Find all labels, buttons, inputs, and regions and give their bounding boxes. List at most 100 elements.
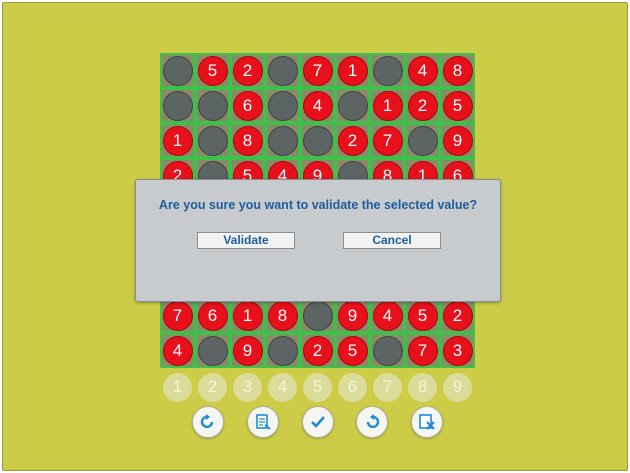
filled-disc: 1	[232, 300, 263, 331]
filled-disc: 8	[442, 55, 473, 86]
redo-button[interactable]	[192, 406, 224, 438]
number-button[interactable]: 1	[163, 372, 192, 402]
number-button[interactable]: 9	[443, 372, 472, 402]
board-cell[interactable]: 2	[405, 88, 440, 123]
board-cell[interactable]: 3	[440, 333, 475, 368]
board-cell[interactable]: 9	[335, 298, 370, 333]
number-button[interactable]: 8	[408, 372, 437, 402]
game-window: 5271486412518279254981676189452492573 12…	[2, 2, 628, 471]
board-cell[interactable]: 1	[370, 88, 405, 123]
board-cell[interactable]: 2	[300, 333, 335, 368]
board-cell[interactable]	[265, 333, 300, 368]
redo-icon	[200, 414, 214, 429]
filled-disc: 1	[372, 90, 403, 121]
filled-disc: 5	[337, 335, 368, 366]
empty-disc	[372, 55, 403, 86]
board-cell[interactable]: 1	[335, 53, 370, 88]
number-button[interactable]: 4	[268, 372, 297, 402]
filled-disc: 6	[197, 300, 228, 331]
undo-icon	[366, 414, 380, 429]
board-cell[interactable]: 5	[195, 53, 230, 88]
board-cell[interactable]: 7	[370, 123, 405, 158]
checkmark-icon	[311, 416, 325, 428]
board-cell[interactable]: 8	[230, 123, 265, 158]
filled-disc: 2	[232, 55, 263, 86]
empty-disc	[162, 55, 193, 86]
board-cell[interactable]: 1	[160, 123, 195, 158]
validate-button[interactable]: Validate	[197, 232, 295, 249]
filled-disc: 7	[162, 300, 193, 331]
board-cell[interactable]: 4	[160, 333, 195, 368]
board-cell[interactable]: 2	[230, 53, 265, 88]
filled-disc: 8	[232, 125, 263, 156]
board-cell[interactable]	[300, 123, 335, 158]
number-button[interactable]: 3	[233, 372, 262, 402]
empty-disc	[267, 125, 298, 156]
toolbar	[3, 406, 627, 442]
board-cell[interactable]: 2	[440, 298, 475, 333]
clear-icon	[419, 414, 435, 430]
clear-button[interactable]	[411, 406, 443, 438]
board-cell[interactable]	[195, 333, 230, 368]
filled-disc: 9	[442, 125, 473, 156]
undo-button[interactable]	[356, 406, 388, 438]
filled-disc: 7	[407, 335, 438, 366]
number-button[interactable]: 5	[303, 372, 332, 402]
board-cell[interactable]: 7	[160, 298, 195, 333]
board-cell[interactable]: 5	[440, 88, 475, 123]
number-button[interactable]: 6	[338, 372, 367, 402]
board-cell[interactable]: 1	[230, 298, 265, 333]
filled-disc: 9	[337, 300, 368, 331]
board-cell[interactable]: 9	[440, 123, 475, 158]
board-cell[interactable]: 5	[335, 333, 370, 368]
board-cell[interactable]	[265, 88, 300, 123]
board-cell[interactable]	[300, 298, 335, 333]
empty-disc	[197, 335, 228, 366]
board-cell[interactable]: 5	[405, 298, 440, 333]
empty-disc	[302, 300, 333, 331]
board-cell[interactable]	[160, 53, 195, 88]
filled-disc: 7	[372, 125, 403, 156]
notes-icon	[256, 414, 271, 430]
board-cell[interactable]	[405, 123, 440, 158]
filled-disc: 3	[442, 335, 473, 366]
board-cell[interactable]: 8	[440, 53, 475, 88]
board-cell[interactable]	[370, 333, 405, 368]
board-cell[interactable]	[195, 123, 230, 158]
board-cell[interactable]: 4	[300, 88, 335, 123]
board-cell[interactable]: 6	[230, 88, 265, 123]
dialog-message: Are you sure you want to validate the se…	[158, 198, 478, 212]
board-cell[interactable]	[335, 88, 370, 123]
board-cell[interactable]: 2	[335, 123, 370, 158]
board-cell[interactable]	[160, 88, 195, 123]
filled-disc: 2	[407, 90, 438, 121]
filled-disc: 8	[267, 300, 298, 331]
board-cell[interactable]: 7	[405, 333, 440, 368]
filled-disc: 2	[302, 335, 333, 366]
number-button[interactable]: 2	[198, 372, 227, 402]
board-cell[interactable]: 4	[370, 298, 405, 333]
filled-disc: 4	[302, 90, 333, 121]
filled-disc: 7	[302, 55, 333, 86]
empty-disc	[197, 90, 228, 121]
board-cell[interactable]	[195, 88, 230, 123]
empty-disc	[337, 90, 368, 121]
board-cell[interactable]: 7	[300, 53, 335, 88]
board-cell[interactable]	[265, 123, 300, 158]
filled-disc: 2	[442, 300, 473, 331]
validate-tool-button[interactable]	[302, 406, 334, 438]
board-cell[interactable]: 9	[230, 333, 265, 368]
board-cell[interactable]: 6	[195, 298, 230, 333]
cancel-button[interactable]: Cancel	[343, 232, 441, 249]
filled-disc: 4	[372, 300, 403, 331]
board-cell[interactable]	[370, 53, 405, 88]
empty-disc	[267, 55, 298, 86]
filled-disc: 5	[442, 90, 473, 121]
number-button[interactable]: 7	[373, 372, 402, 402]
notes-button[interactable]	[247, 406, 279, 438]
filled-disc: 4	[162, 335, 193, 366]
board-cell[interactable]: 8	[265, 298, 300, 333]
board-cell[interactable]: 4	[405, 53, 440, 88]
board-cell[interactable]	[265, 53, 300, 88]
empty-disc	[372, 335, 403, 366]
